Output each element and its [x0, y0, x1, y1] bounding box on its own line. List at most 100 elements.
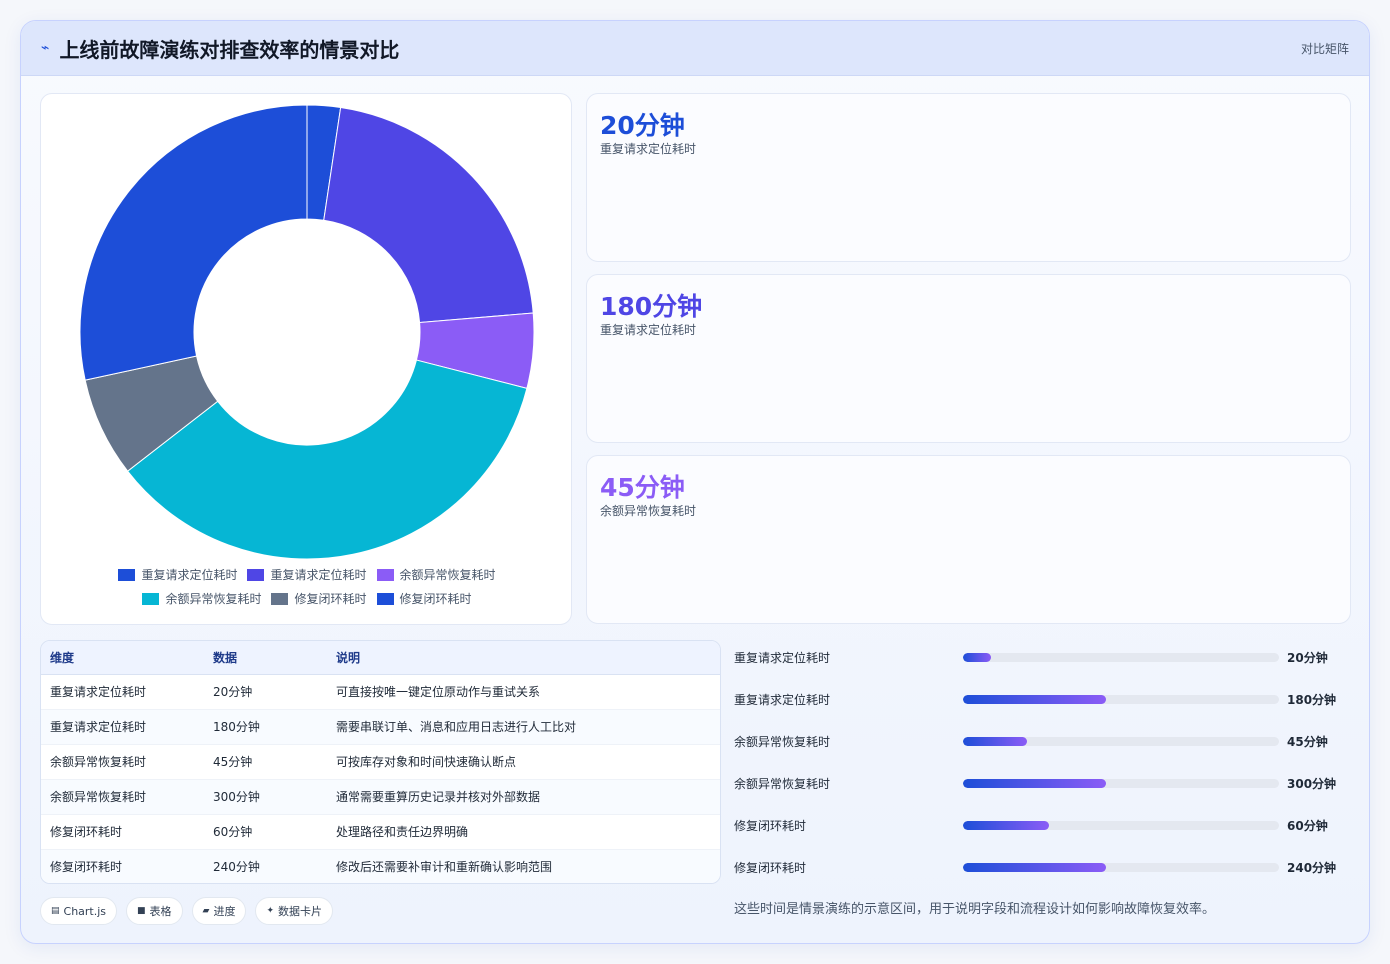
progress-value: 20分钟	[1287, 651, 1328, 665]
legend-item[interactable]: 修复闭环耗时	[271, 590, 367, 607]
progress-fill	[963, 821, 1049, 830]
progress-track	[963, 821, 1279, 830]
donut-slice[interactable]	[323, 106, 534, 324]
stat-card-2: 180分钟 重复请求定位耗时	[586, 274, 1351, 443]
chip-label: 进度	[213, 905, 236, 918]
column-header-data: 数据	[204, 641, 327, 675]
chip-table[interactable]: ■ 表格	[126, 897, 183, 925]
progress-fill	[963, 695, 1107, 704]
data-table-card: 维度 数据 说明 重复请求定位耗时 20分钟 可直接按唯一键定位原动作与重试关系…	[40, 640, 721, 884]
chart-legend: 重复请求定位耗时 重复请求定位耗时 余额异常恢复耗时 余额异常恢复耗时 修复闭环耗时 修复…	[41, 566, 573, 607]
footnote: 这些时间是情景演练的示意区间，用于说明字段和流程设计如何影响故障恢复效率。	[734, 902, 1216, 917]
legend-label: 余额异常恢复耗时	[165, 592, 262, 606]
legend-item[interactable]: 修复闭环耗时	[376, 590, 472, 607]
stat-value: 45分钟	[600, 473, 685, 502]
table-icon: ■	[137, 906, 146, 916]
legend-item[interactable]: 余额异常恢复耗时	[376, 566, 496, 583]
chart-icon: ▤	[51, 906, 60, 916]
progress-row: 重复请求定位耗时 20分钟	[734, 641, 1354, 683]
progress-fill	[963, 737, 1028, 746]
legend-swatch	[271, 592, 289, 605]
data-table: 维度 数据 说明 重复请求定位耗时 20分钟 可直接按唯一键定位原动作与重试关系…	[41, 641, 720, 883]
progress-track	[963, 737, 1279, 746]
table-cell: 240分钟	[204, 849, 327, 883]
table-row: 修复闭环耗时 60分钟 处理路径和责任边界明确	[41, 814, 720, 850]
legend-label: 余额异常恢复耗时	[399, 568, 496, 582]
progress-list: 重复请求定位耗时 20分钟 重复请求定位耗时 180分钟 余额异常恢复耗时 45…	[734, 641, 1354, 893]
chip-data-card[interactable]: ✦ 数据卡片	[255, 897, 334, 925]
progress-value: 240分钟	[1287, 861, 1337, 875]
table-cell: 180分钟	[204, 709, 327, 745]
progress-value: 300分钟	[1287, 777, 1337, 791]
progress-track	[963, 653, 1279, 662]
progress-value: 60分钟	[1287, 819, 1328, 833]
table-cell: 重复请求定位耗时	[41, 709, 204, 745]
table-row: 修复闭环耗时 240分钟 修改后还需要补审计和重新确认影响范围	[41, 849, 720, 883]
chip-chartjs[interactable]: ▤ Chart.js	[40, 897, 118, 925]
chip-label: 数据卡片	[278, 905, 323, 918]
progress-value: 180分钟	[1287, 693, 1337, 707]
card-icon: ✦	[266, 906, 275, 916]
legend-label: 重复请求定位耗时	[141, 568, 238, 582]
column-header-description: 说明	[327, 641, 720, 675]
stat-card-1: 20分钟 重复请求定位耗时	[586, 93, 1351, 262]
compare-matrix-link[interactable]: 对比矩阵	[1301, 40, 1349, 57]
donut-slice[interactable]	[79, 104, 308, 381]
legend-item[interactable]: 重复请求定位耗时	[118, 566, 237, 583]
chip-progress[interactable]: ▰ 进度	[191, 897, 247, 925]
progress-value: 45分钟	[1287, 735, 1328, 749]
table-row: 余额异常恢复耗时 300分钟 通常需要重算历史记录并核对外部数据	[41, 779, 720, 815]
progress-label: 重复请求定位耗时	[734, 651, 831, 665]
table-cell: 需要串联订单、消息和应用日志进行人工比对	[327, 709, 720, 745]
progress-row: 重复请求定位耗时 180分钟	[734, 683, 1354, 725]
table-cell: 修复闭环耗时	[41, 814, 204, 850]
table-row: 余额异常恢复耗时 45分钟 可按库存对象和时间快速确认断点	[41, 744, 720, 780]
progress-label: 余额异常恢复耗时	[734, 735, 831, 749]
legend-label: 修复闭环耗时	[399, 592, 472, 606]
legend-swatch	[376, 568, 394, 581]
progress-label: 修复闭环耗时	[734, 861, 807, 875]
legend-swatch	[376, 592, 394, 605]
dashboard-frame: ⌁ 上线前故障演练对排查效率的情景对比 对比矩阵 重复请求定位耗时 重复请求定位耗…	[20, 20, 1370, 944]
donut-chart	[79, 104, 535, 560]
progress-fill	[963, 779, 1107, 788]
progress-fill	[963, 653, 992, 662]
progress-icon: ▰	[202, 906, 210, 916]
table-cell: 60分钟	[204, 814, 327, 850]
table-row: 重复请求定位耗时 180分钟 需要串联订单、消息和应用日志进行人工比对	[41, 709, 720, 745]
legend-label: 修复闭环耗时	[294, 592, 367, 606]
progress-track	[963, 779, 1279, 788]
chip-label: Chart.js	[63, 904, 107, 918]
table-cell: 20分钟	[204, 674, 327, 710]
legend-item[interactable]: 余额异常恢复耗时	[142, 590, 261, 607]
stat-value: 20分钟	[600, 111, 685, 140]
table-header-row: 维度 数据 说明	[41, 641, 720, 675]
table-cell: 余额异常恢复耗时	[41, 779, 204, 815]
tag-chips: ▤ Chart.js ■ 表格 ▰ 进度 ✦ 数据卡片	[40, 897, 334, 925]
legend-swatch	[142, 592, 160, 605]
stat-card-3: 45分钟 余额异常恢复耗时	[586, 455, 1351, 624]
legend-swatch	[118, 568, 136, 581]
table-cell: 45分钟	[204, 744, 327, 780]
table-row: 重复请求定位耗时 20分钟 可直接按唯一键定位原动作与重试关系	[41, 674, 720, 710]
progress-label: 余额异常恢复耗时	[734, 777, 831, 791]
donut-chart-card: 重复请求定位耗时 重复请求定位耗时 余额异常恢复耗时 余额异常恢复耗时 修复闭环耗时 修复…	[40, 93, 572, 625]
progress-fill	[963, 863, 1107, 872]
legend-label: 重复请求定位耗时	[270, 568, 367, 582]
progress-label: 重复请求定位耗时	[734, 693, 831, 707]
progress-row: 修复闭环耗时 60分钟	[734, 809, 1354, 851]
page-title: 上线前故障演练对排查效率的情景对比	[59, 37, 400, 62]
stat-value: 180分钟	[600, 292, 703, 321]
table-cell: 通常需要重算历史记录并核对外部数据	[327, 779, 720, 815]
pulse-icon: ⌁	[41, 40, 50, 56]
header: ⌁ 上线前故障演练对排查效率的情景对比 对比矩阵	[21, 21, 1369, 76]
table-cell: 修改后还需要补审计和重新确认影响范围	[327, 849, 720, 883]
progress-row: 余额异常恢复耗时 45分钟	[734, 725, 1354, 767]
progress-row: 余额异常恢复耗时 300分钟	[734, 767, 1354, 809]
table-cell: 重复请求定位耗时	[41, 674, 204, 710]
stat-label: 重复请求定位耗时	[600, 323, 697, 337]
progress-label: 修复闭环耗时	[734, 819, 807, 833]
table-cell: 余额异常恢复耗时	[41, 744, 204, 780]
stat-label: 余额异常恢复耗时	[600, 504, 697, 518]
legend-item[interactable]: 重复请求定位耗时	[247, 566, 367, 583]
